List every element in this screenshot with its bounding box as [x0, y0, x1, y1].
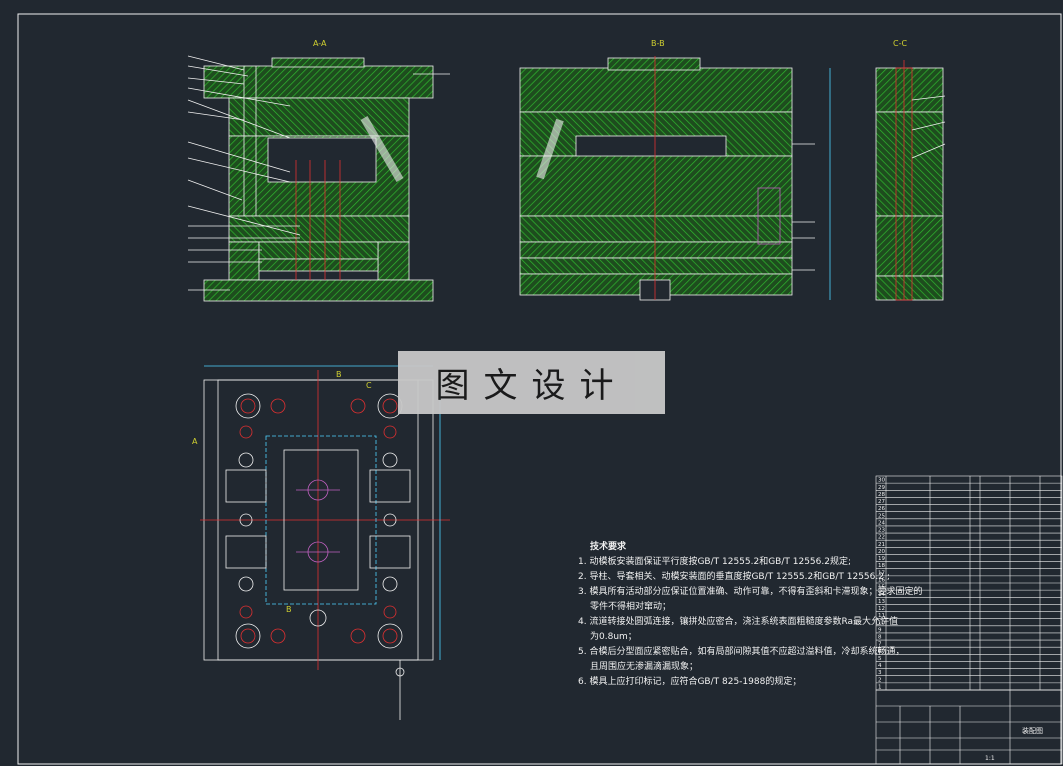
- bom-item-number: 22: [878, 535, 885, 541]
- watermark-banner: 图文设计: [398, 351, 665, 414]
- view-label-c: C-C: [893, 39, 907, 48]
- bom-item-number: 30: [878, 478, 885, 484]
- tech-note-5-cont: 且周围应无渗漏滴漏现象；: [590, 662, 699, 672]
- section-view-a: A-A: [187, 39, 450, 302]
- bom-item-number: 13: [878, 599, 885, 605]
- bom-item-number: 21: [878, 542, 885, 548]
- section-view-b: B-B: [519, 39, 831, 301]
- tech-note-3: 3. 模具所有活动部分应保证位置准确、动作可靠，不得有歪斜和卡滞现象；要求固定的: [578, 587, 923, 597]
- bom-item-number: 1: [878, 685, 882, 691]
- bom-item-number: 3: [878, 670, 882, 676]
- title-block-name: 装配图: [1022, 726, 1043, 735]
- title-block-scale: 1:1: [985, 755, 995, 762]
- bom-item-number: 20: [878, 549, 885, 555]
- watermark-text: 图文设计: [435, 366, 628, 406]
- bom-item-number: 8: [878, 635, 882, 641]
- bom-item-number: 28: [878, 492, 885, 498]
- bom-table: 3029282726252423222120191817161514131211…: [875, 475, 1063, 691]
- technical-requirements: 技术要求 1. 动模板安装面保证平行度按GB/T 12555.2和GB/T 12…: [578, 540, 923, 690]
- bom-item-number: 12: [878, 606, 885, 612]
- bom-item-number: 24: [878, 520, 885, 526]
- bom-item-number: 27: [878, 499, 885, 505]
- tech-note-6: 6. 模具上应打印标记，应符合GB/T 825-1988的规定；: [578, 677, 802, 687]
- tech-note-5: 5. 合模后分型面应紧密贴合，如有局部间隙其值不应超过溢料值，冷却系统畅通，: [578, 647, 905, 657]
- plan-mark-a-left: A: [192, 437, 198, 446]
- tech-notes-title: 技术要求: [590, 542, 627, 552]
- plan-view: A B C B: [192, 365, 450, 720]
- tech-note-2: 2. 导柱、导套相关、动模安装面的垂直度按GB/T 12555.2和GB/T 1…: [578, 572, 890, 582]
- bom-item-number: 23: [878, 528, 885, 534]
- view-label-a: A-A: [313, 39, 327, 48]
- bom-item-number: 29: [878, 485, 885, 491]
- tech-note-4: 4. 流道转接处圆弧连接，镶拼处应密合，浇注系统表面粗糙度参数Ra最大允许值: [578, 617, 899, 627]
- bom-item-number: 4: [878, 663, 882, 669]
- tech-note-3-cont: 零件不得相对窜动；: [590, 602, 672, 612]
- tech-note-1: 1. 动模板安装面保证平行度按GB/T 12555.2和GB/T 12556.2…: [578, 557, 851, 567]
- title-block: 装配图 1:1: [875, 689, 1063, 765]
- bom-item-number: 18: [878, 563, 885, 569]
- plan-mark-b-bottom: B: [286, 605, 292, 614]
- tech-note-4-cont: 为0.8um；: [590, 632, 637, 642]
- view-label-b: B-B: [651, 39, 665, 48]
- bom-item-number: 9: [878, 627, 882, 633]
- bom-item-number: 26: [878, 506, 885, 512]
- section-view-c: C-C: [875, 39, 946, 301]
- bom-item-number: 25: [878, 513, 885, 519]
- bom-item-number: 19: [878, 556, 885, 562]
- plan-mark-b-top: B: [336, 370, 342, 379]
- bom-item-number: 2: [878, 677, 882, 683]
- cad-drawing-sheet: { "sheet": { "background": "#212830", "l…: [0, 0, 1063, 766]
- plan-mark-c-top: C: [366, 381, 372, 390]
